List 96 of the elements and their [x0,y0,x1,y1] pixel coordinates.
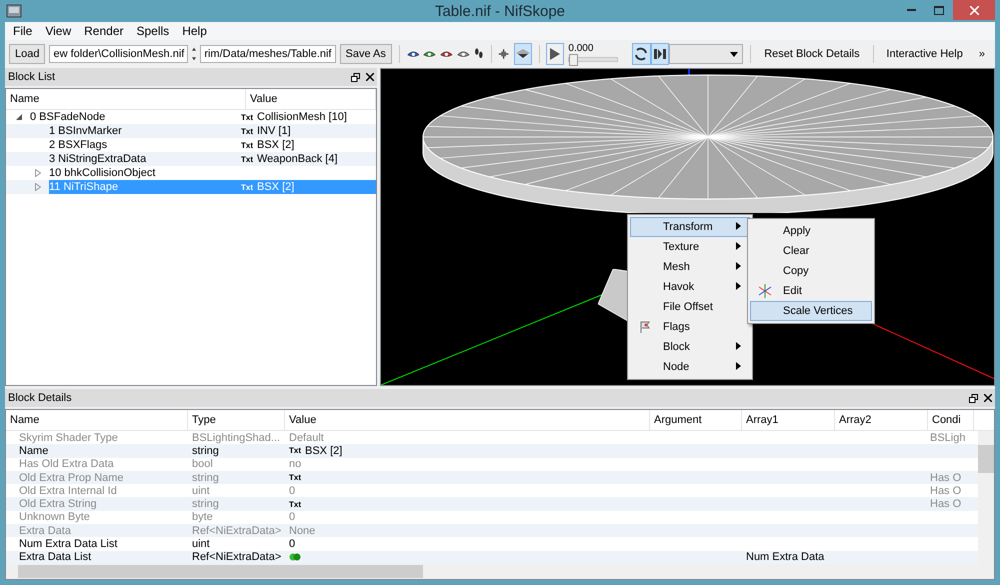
3d-viewport[interactable]: Transform Texture Mesh Havok File Offset Flags Block Node Apply Clear Copy Edit Scale Vertices [380,68,995,386]
spinner-arrows-icon[interactable] [192,46,196,62]
play-icon [549,48,562,60]
context-menu-item[interactable]: Block [630,337,750,357]
window-title: Table.nif - NifSkope [434,2,566,20]
column-header[interactable]: Array2 [835,410,928,430]
submenu-arrow-icon [736,282,741,290]
context-menu-item[interactable]: Copy [750,261,872,281]
eye-icon[interactable] [406,49,420,59]
context-menu-item[interactable]: Texture [630,237,750,257]
play-button[interactable] [546,43,564,65]
toolbar-button[interactable]: Reset Block Details [758,44,866,64]
loop-icon [634,47,648,61]
column-header[interactable]: Value [246,89,376,109]
context-menu-item[interactable]: File Offset [630,297,750,317]
context-menu-item[interactable]: Mesh [630,257,750,277]
eye-icon[interactable] [423,49,436,59]
time-value: 0.000 [568,43,594,54]
context-menu-item[interactable]: Node [630,357,750,377]
block-value: BSX [2] [257,181,294,193]
float-icon[interactable] [969,394,978,402]
context-menu-item[interactable]: Flags [630,317,750,337]
text-type-tag: Txt [241,140,253,150]
caret-icon [730,52,738,56]
slider-thumb[interactable] [569,54,578,66]
context-menu-item[interactable]: Havok [630,277,750,297]
block-value: WeaponBack [4] [257,153,338,165]
path-field[interactable]: ew folder\CollisionMesh.nif [49,45,188,63]
text-type-tag: Txt [241,154,253,164]
block-value: INV [1] [257,125,291,137]
pyramid-icon [514,49,531,59]
expanded-arrow-icon[interactable] [16,114,22,120]
block-name: 11 NiTriShape [49,181,120,193]
more-button[interactable]: » [972,44,991,64]
menu-item[interactable]: Spells [132,24,178,38]
submenu-arrow-icon [736,262,741,270]
menu-item[interactable]: View [40,24,80,38]
load-button[interactable]: Load [9,44,46,64]
column-header[interactable]: Condi [928,410,974,430]
close-icon[interactable] [984,394,992,402]
column-header[interactable]: Type [188,410,285,430]
eye-icon[interactable] [440,49,454,59]
column-header[interactable]: Array1 [742,410,835,430]
menu-item[interactable]: Render [79,24,132,38]
axes-icon [758,284,772,298]
text-type-tag: Txt [241,126,253,136]
float-icon[interactable] [351,72,360,82]
menu-item[interactable]: File [8,24,40,38]
close-icon[interactable] [366,73,374,81]
tree-row[interactable]: 1 BSInvMarker Txt INV [1] [6,124,376,138]
menu-item[interactable]: Help [177,24,215,38]
flag-icon [638,320,652,334]
block-name: 2 BSXFlags [49,139,108,151]
column-header[interactable]: Name [6,410,188,430]
panel-title: Block List [8,71,56,83]
panel-title: Block Details [8,392,73,404]
block-name: 0 BSFadeNode [30,111,106,123]
submenu-arrow-icon [736,222,741,230]
close-icon [970,6,978,14]
toolbar-button[interactable]: Interactive Help [880,44,969,64]
context-menu-item[interactable]: Clear [750,241,872,261]
submenu-arrow-icon [736,342,741,350]
app-icon [6,4,22,18]
maximize-icon [934,6,944,14]
link-list-icon [289,552,301,562]
block-name: 10 bhkCollisionObject [49,167,156,179]
path-field[interactable]: rim/Data/meshes/Table.nif [200,45,336,63]
move-icon[interactable] [498,47,510,61]
submenu-arrow-icon [736,362,741,370]
text-type-tag: Txt [241,112,253,122]
column-header[interactable]: Name [6,89,246,109]
block-name: 3 NiStringExtraData [49,153,148,165]
block-value: CollisionMesh [10] [257,111,347,123]
detail-row[interactable]: Extra Data List Ref<NiExtraData> Num Extra Data [6,550,978,564]
close-button[interactable] [953,0,995,20]
step-icon [652,48,667,60]
minimize-icon [906,9,916,11]
tree-row[interactable]: 3 NiStringExtraData Txt WeaponBack [4] [6,152,376,166]
switch-button[interactable] [650,43,669,65]
context-menu-item[interactable]: Scale Vertices [750,301,872,321]
loop-button[interactable] [632,43,650,65]
block-name: 1 BSInvMarker [49,125,123,137]
context-menu-item[interactable]: Apply [750,221,872,241]
view-mode-button[interactable] [514,43,532,65]
vertical-scrollbar[interactable] [978,431,994,564]
context-menu-item[interactable]: Edit [750,281,872,301]
horizontal-scrollbar[interactable] [6,564,994,579]
text-type-tag: Txt [241,182,253,192]
column-header[interactable]: Argument [650,410,742,430]
column-header[interactable]: Value [285,410,650,430]
save-as-button[interactable]: Save As [340,44,392,64]
context-menu-item[interactable]: Transform [630,217,750,237]
submenu-arrow-icon [736,242,741,250]
detail-row[interactable]: Name string Txt BSX [2] [6,444,978,458]
eye-icon[interactable] [457,49,470,59]
block-value: BSX [2] [257,139,294,151]
